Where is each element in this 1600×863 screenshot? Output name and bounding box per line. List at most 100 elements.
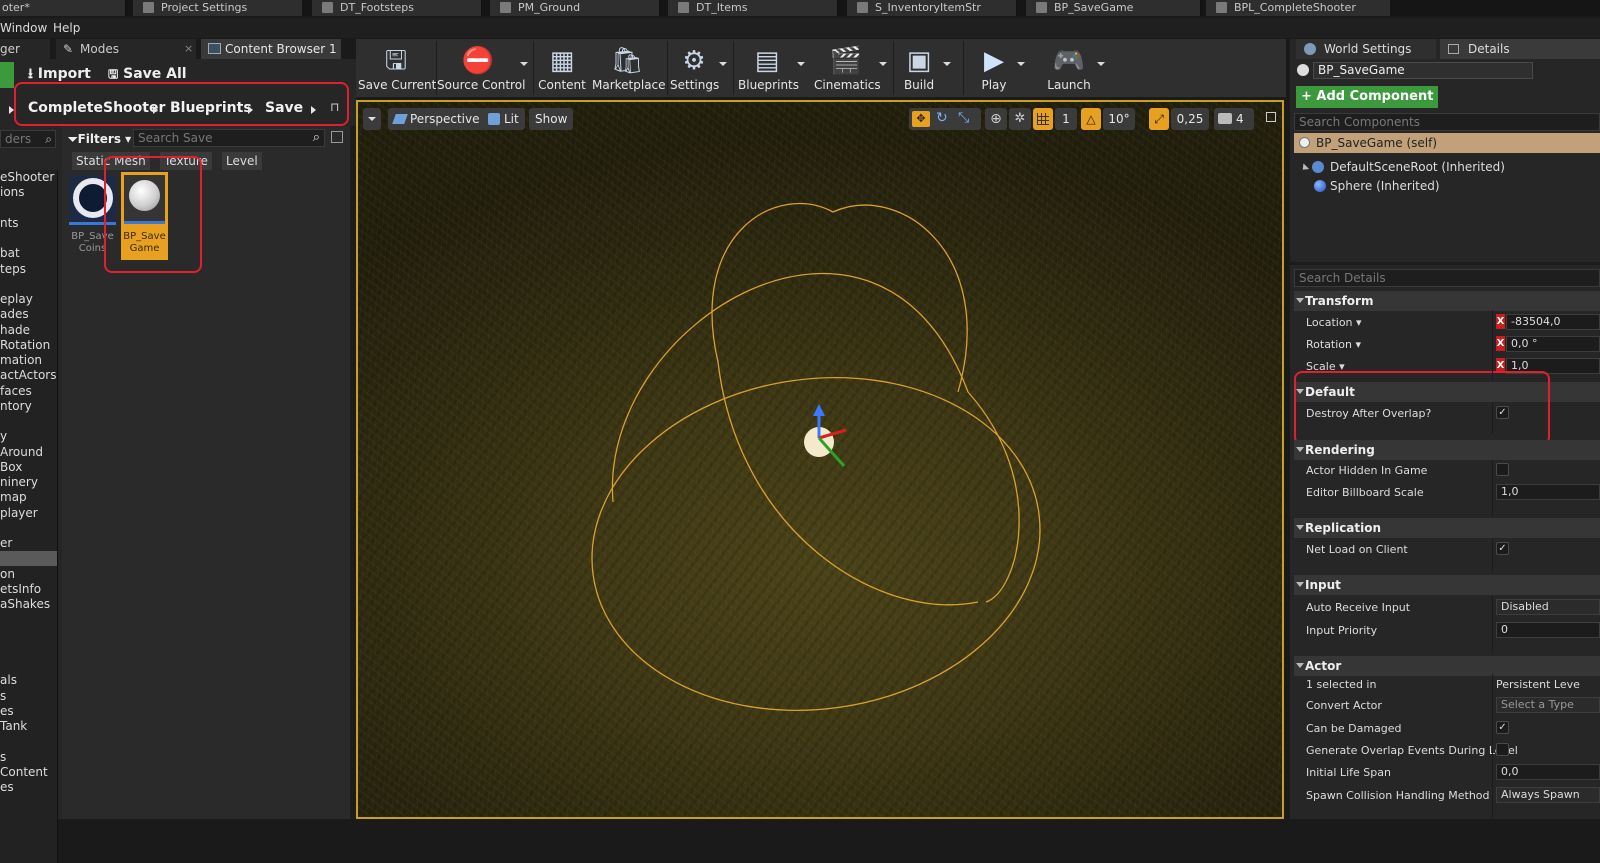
tab-dt-items[interactable]: DT_Items	[668, 0, 838, 16]
section-replication[interactable]: Replication	[1294, 518, 1600, 538]
tab-manager[interactable]: ger	[0, 39, 50, 59]
folder-tree-item[interactable]	[0, 231, 57, 246]
folder-tree-item[interactable]: Around	[0, 445, 57, 460]
search-details-input[interactable]: Search Details	[1294, 269, 1600, 287]
overlap-events-checkbox[interactable]	[1496, 743, 1509, 756]
tab-modes[interactable]: ✎ Modes ×	[56, 39, 196, 59]
chevron-down-icon[interactable]	[943, 62, 951, 66]
folder-tree-item[interactable]: s	[0, 750, 57, 765]
expand-icon[interactable]	[1299, 163, 1310, 173]
tab-bp-savegame[interactable]: BP_SaveGame	[1026, 0, 1201, 16]
folder-tree-item[interactable]	[0, 521, 57, 536]
folder-tree-item[interactable]: Box	[0, 460, 57, 475]
rotate-icon[interactable]: ↻	[936, 110, 948, 126]
folder-tree-item[interactable]: on	[0, 567, 57, 582]
rotation-snap-value[interactable]: 10°	[1103, 108, 1135, 130]
tab-level[interactable]: oter*	[0, 0, 126, 16]
billboard-scale-field[interactable]: 1,0	[1496, 484, 1600, 500]
splitter[interactable]	[1290, 262, 1600, 265]
search-components-input[interactable]: Search Components	[1294, 113, 1600, 131]
folder-tree-item[interactable]	[0, 612, 57, 627]
folder-tree-item[interactable]	[0, 658, 57, 673]
component-default-scene-root[interactable]: DefaultSceneRoot (Inherited)	[1298, 158, 1505, 176]
world-local-icon[interactable]: ⊕	[985, 108, 1007, 130]
gizmo-z-arrow[interactable]	[813, 404, 825, 416]
can-be-damaged-checkbox[interactable]: ✓	[1496, 721, 1509, 734]
folder-tree-item[interactable]: player	[0, 506, 57, 521]
location-x-field[interactable]: -83504,0	[1506, 314, 1600, 330]
tab-bpl-completeshooter[interactable]: BPL_CompleteShooter	[1206, 0, 1391, 16]
folder-tree-item[interactable]: ninery	[0, 475, 57, 490]
play-button[interactable]: ▶ Play	[972, 41, 1016, 97]
rotation-x-field[interactable]: 0,0 °	[1506, 336, 1600, 352]
section-rendering[interactable]: Rendering	[1294, 440, 1600, 460]
blueprints-button[interactable]: ▤ Blueprints	[738, 41, 799, 97]
component-self[interactable]: BP_SaveGame (self)	[1294, 133, 1600, 153]
launch-button[interactable]: 🎮 Launch	[1042, 41, 1096, 97]
folder-tree-item[interactable]: als	[0, 673, 57, 688]
location-label[interactable]: Location ▾	[1306, 316, 1362, 329]
lit-button[interactable]: Lit	[482, 108, 525, 130]
folder-tree-item[interactable]: faces	[0, 384, 57, 399]
asset-search-input[interactable]: Search Save ⌕	[133, 129, 325, 147]
camera-speed-button[interactable]: 4	[1214, 108, 1254, 130]
tab-s-inventory[interactable]: S_InventoryItemStr	[847, 0, 1017, 16]
spawn-collision-dropdown[interactable]: Always Spawn	[1496, 787, 1600, 803]
convert-actor-dropdown[interactable]: Select a Type	[1496, 697, 1600, 713]
folder-tree-item[interactable]: es	[0, 780, 57, 795]
folder-search-input[interactable]: ders ⌕	[0, 130, 56, 148]
scale-snap-value[interactable]: 0,25	[1171, 108, 1209, 130]
translate-icon[interactable]: ✥	[912, 111, 930, 127]
folder-tree-item[interactable]: eShooter	[0, 170, 57, 185]
tab-world-settings[interactable]: World Settings	[1296, 39, 1436, 59]
close-icon[interactable]: ×	[184, 39, 193, 59]
folder-tree-item[interactable]	[0, 414, 57, 429]
grid-snap-icon[interactable]	[1033, 108, 1053, 130]
folder-tree-item[interactable]: nts	[0, 216, 57, 231]
auto-receive-input-dropdown[interactable]: Disabled	[1496, 599, 1600, 615]
level-viewport[interactable]: Perspective Lit Show ✥ ↻ ⤡ ⊕ ✲ 1 △ 10° ⤢…	[356, 100, 1284, 819]
filter-chip-level[interactable]: Level	[222, 152, 262, 170]
folder-tree-item[interactable]: Content	[0, 765, 57, 780]
tab-project-settings[interactable]: Project Settings	[133, 0, 303, 16]
folder-tree-item[interactable]: map	[0, 490, 57, 505]
add-new-button[interactable]	[0, 62, 14, 88]
initial-life-span-field[interactable]: 0,0	[1496, 764, 1600, 780]
rotation-label[interactable]: Rotation ▾	[1306, 338, 1361, 351]
folder-tree-item[interactable]: aShakes	[0, 597, 57, 612]
folder-tree-item[interactable]: s	[0, 689, 57, 704]
grid-snap-value[interactable]: 1	[1055, 108, 1077, 130]
scale-snap-icon[interactable]: ⤢	[1149, 108, 1169, 130]
source-control-button[interactable]: ⛔ Source Control	[437, 41, 525, 97]
chevron-down-icon[interactable]	[719, 62, 727, 66]
cinematics-button[interactable]: 🎬 Cinematics	[814, 41, 881, 97]
chevron-down-icon[interactable]	[879, 62, 887, 66]
content-button[interactable]: ▦ Content	[537, 41, 587, 97]
chevron-down-icon[interactable]	[1097, 62, 1105, 66]
folder-tree-item[interactable]: mation	[0, 353, 57, 368]
actor-name-field[interactable]: BP_SaveGame	[1313, 62, 1533, 79]
perspective-button[interactable]: Perspective	[388, 108, 486, 130]
folder-tree-item[interactable]	[0, 277, 57, 292]
folder-tree-item[interactable]: er	[0, 536, 57, 551]
show-button[interactable]: Show	[529, 108, 574, 130]
folder-tree-item[interactable]: y	[0, 429, 57, 444]
folder-tree-item[interactable]: ions	[0, 185, 57, 200]
folder-tree-item[interactable]	[0, 643, 57, 658]
component-sphere[interactable]: Sphere (Inherited)	[1314, 177, 1440, 195]
settings-button[interactable]: ⚙ Settings	[670, 41, 719, 97]
actor-hidden-checkbox[interactable]	[1496, 463, 1509, 476]
tab-content-browser[interactable]: Content Browser 1	[201, 39, 341, 59]
folder-tree-item[interactable]: teps	[0, 262, 57, 277]
folder-tree-item[interactable]: eplay	[0, 292, 57, 307]
save-current-button[interactable]: 🖫 Save Current	[358, 41, 436, 97]
folder-tree-item[interactable]: etsInfo	[0, 582, 57, 597]
chevron-down-icon[interactable]	[520, 62, 528, 66]
menu-window[interactable]: Window	[0, 18, 47, 38]
folder-tree-item[interactable]	[0, 628, 57, 643]
add-component-button[interactable]: + Add Component ▾	[1296, 86, 1438, 126]
folder-tree-item[interactable]	[0, 734, 57, 749]
folder-tree-item[interactable]: hade	[0, 323, 57, 338]
chevron-down-icon[interactable]	[1017, 62, 1025, 66]
tab-pm-ground[interactable]: PM_Ground	[490, 0, 660, 16]
